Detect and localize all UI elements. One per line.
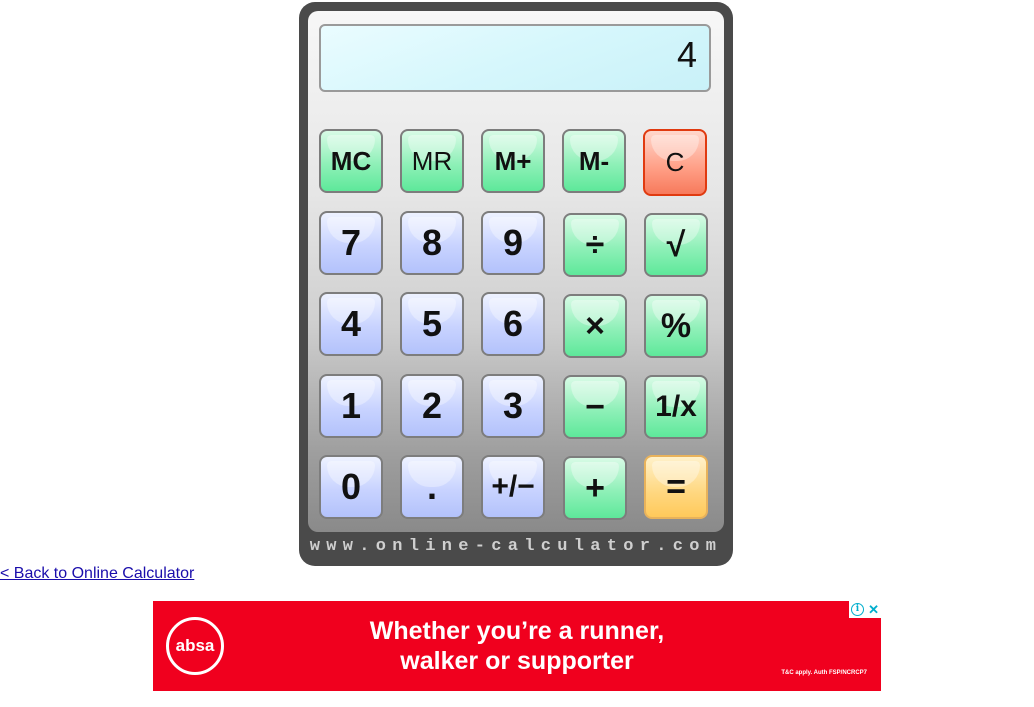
digit-0-label: 0 [340,466,362,507]
digit-2-label: 2 [421,385,443,426]
digit-9-button[interactable]: 9 [481,211,545,275]
ad-banner[interactable]: absa Whether you’re a runner, walker or … [153,601,881,691]
info-icon[interactable]: i [851,603,865,616]
keypad: MC MR M+ M- C 7 8 9 ÷ √ 4 5 6 × % 1 2 3 … [299,2,733,566]
square-root-button[interactable]: √ [644,213,708,277]
memory-clear-label: MC [330,145,372,176]
memory-add-button[interactable]: M+ [481,129,545,193]
digit-8-label: 8 [421,222,443,263]
memory-add-label: M+ [494,145,532,176]
subtract-label: − [585,387,605,426]
equals-label: = [666,467,686,506]
multiply-label: × [585,306,605,345]
subtract-button[interactable]: − [563,375,627,439]
digit-4-button[interactable]: 4 [319,292,383,356]
ad-fine-print: T&C apply. Auth FSP/NCRCP7 [781,670,867,676]
add-button[interactable]: + [563,456,627,520]
brand-url: www.online-calculator.com [309,537,723,556]
close-icon[interactable]: ✕ [868,603,879,616]
percent-label: % [660,306,692,345]
digit-5-button[interactable]: 5 [400,292,464,356]
digit-2-button[interactable]: 2 [400,374,464,438]
memory-subtract-label: M- [578,145,610,176]
calculator: 4 MC MR M+ M- C 7 8 9 ÷ √ 4 5 6 × % 1 2 … [299,2,733,566]
reciprocal-button[interactable]: 1/x [644,375,708,439]
digit-6-button[interactable]: 6 [481,292,545,356]
equals-button[interactable]: = [644,455,708,519]
clear-label: C [665,147,685,177]
digit-1-label: 1 [340,385,362,426]
reciprocal-label: 1/x [655,390,697,423]
clear-button[interactable]: C [643,129,707,196]
digit-4-label: 4 [340,303,362,344]
digit-1-button[interactable]: 1 [319,374,383,438]
digit-8-button[interactable]: 8 [400,211,464,275]
decimal-point-button[interactable]: . [400,455,464,519]
plus-minus-button[interactable]: +/− [481,455,545,519]
memory-subtract-button[interactable]: M- [562,129,626,193]
digit-9-label: 9 [502,222,524,263]
digit-5-label: 5 [421,303,443,344]
page: 4 MC MR M+ M- C 7 8 9 ÷ √ 4 5 6 × % 1 2 … [0,0,1034,707]
plus-minus-label: +/− [491,470,535,503]
divide-label: ÷ [585,225,605,264]
digit-3-label: 3 [502,385,524,426]
memory-clear-button[interactable]: MC [319,129,383,193]
memory-recall-label: MR [411,145,453,176]
digit-6-label: 6 [502,303,524,344]
digit-3-button[interactable]: 3 [481,374,545,438]
add-label: + [585,468,605,507]
divide-button[interactable]: ÷ [563,213,627,277]
square-root-label: √ [666,225,686,264]
memory-recall-button[interactable]: MR [400,129,464,193]
multiply-button[interactable]: × [563,294,627,358]
percent-button[interactable]: % [644,294,708,358]
back-to-calculator-link[interactable]: < Back to Online Calculator [0,565,194,583]
ad-controls: i ✕ [849,601,881,618]
ad-headline-line-1: Whether you’re a runner, [369,617,665,645]
digit-0-button[interactable]: 0 [319,455,383,519]
digit-7-button[interactable]: 7 [319,211,383,275]
digit-7-label: 7 [340,222,362,263]
ad-headline-line-2: walker or supporter [400,647,634,675]
decimal-point-label: . [426,466,437,507]
